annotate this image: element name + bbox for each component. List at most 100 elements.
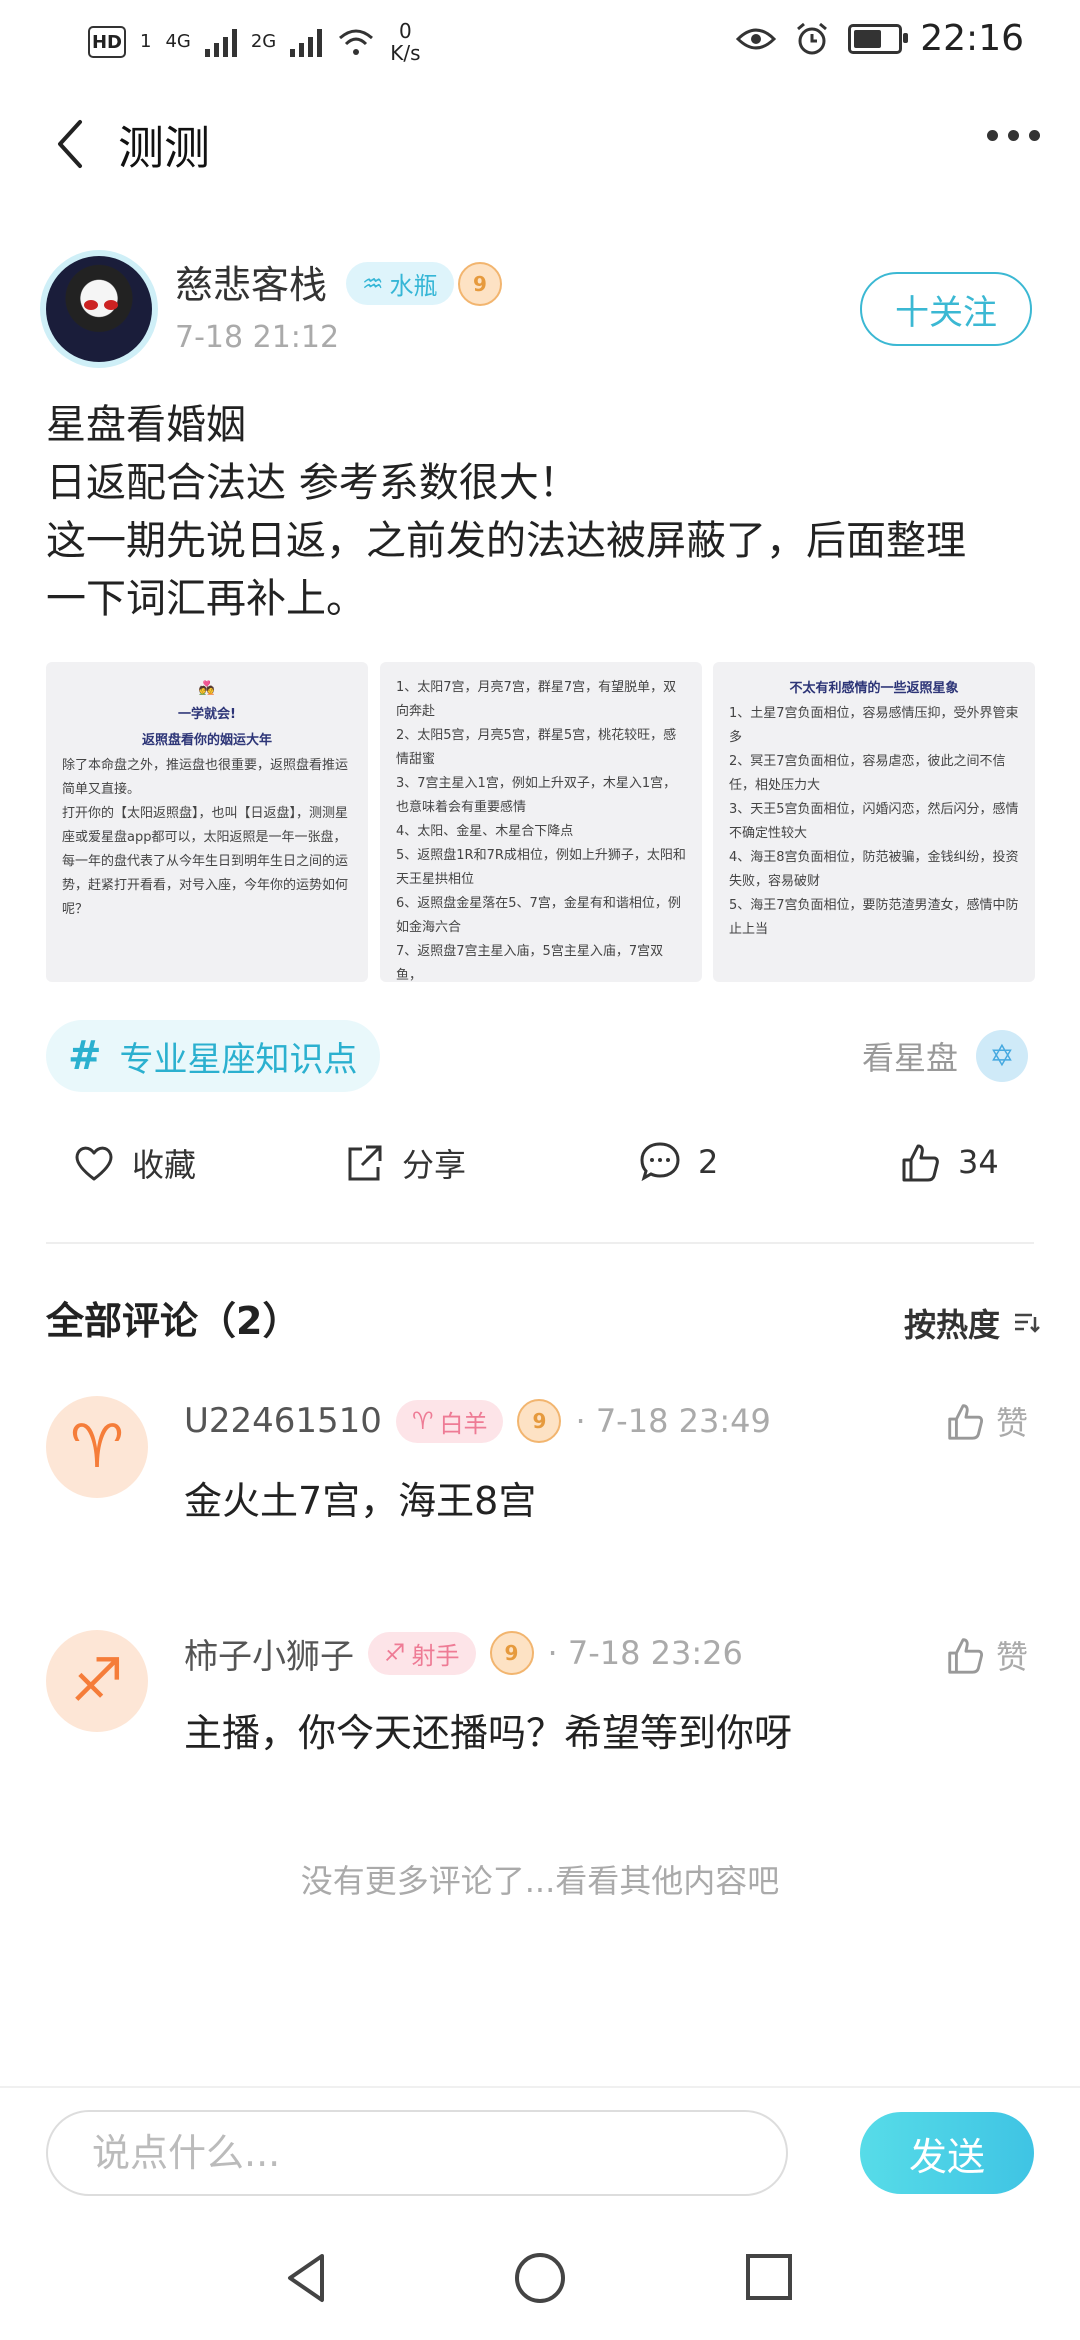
comment-button[interactable]: 2	[638, 1140, 718, 1184]
comment-count: 2	[698, 1143, 719, 1181]
network-speed: 0 K/s	[390, 19, 421, 65]
aries-icon: ♈	[411, 1407, 434, 1435]
topic-label: 专业星座知识点	[119, 1039, 358, 1080]
image-item: 4、海王8宫负面相位，防范被骗，金钱纠纷，投资失败，容易破财	[729, 850, 1019, 889]
commenter-name[interactable]: U22461510	[184, 1401, 382, 1441]
image-item: 5、返照盘1R和7R成相位，例如上升狮子，太阳和天王星拱相位	[396, 848, 686, 887]
collect-label: 收藏	[132, 1146, 197, 1184]
image-item: 3、天王5宫负面相位，闪婚闪恋，然后闪分，感情不确定性较大	[729, 802, 1019, 841]
sagittarius-icon: ♐	[384, 1639, 406, 1667]
divider	[46, 1242, 1034, 1244]
level-badge: 9	[458, 262, 502, 306]
no-more-comments: 没有更多评论了...看看其他内容吧	[300, 1862, 780, 1900]
follow-button[interactable]: 十关注	[860, 272, 1032, 346]
comment-like-button[interactable]: 赞	[944, 1398, 1028, 1444]
status-right: 22:16	[736, 18, 1024, 59]
action-bar: 收藏 分享 2 34	[0, 1140, 1080, 1210]
post-image-3[interactable]: 不太有利感情的一些返照星象 1、土星7宫负面相位，容易感情压抑，受外界管束多 2…	[713, 662, 1035, 982]
signal-icon	[204, 27, 237, 57]
net1-label: 4G	[165, 31, 191, 52]
share-label: 分享	[402, 1146, 467, 1184]
comment-time: · 7-18 23:26	[547, 1634, 743, 1672]
status-bar: HD 1 4G 2G 0 K/s 22:16	[0, 0, 1080, 84]
level-badge: 9	[489, 1631, 534, 1675]
eye-icon	[736, 28, 777, 49]
zodiac-tag-aries: ♈ 白羊	[395, 1399, 504, 1443]
nav-home-icon[interactable]	[512, 2250, 568, 2306]
comment-input[interactable]	[46, 2110, 788, 2196]
sim-label: 1	[140, 31, 152, 52]
comment-like-button[interactable]: 赞	[944, 1632, 1028, 1678]
comments-title: 全部评论（2）	[46, 1299, 301, 1343]
image-title: 不太有利感情的一些返照星象	[789, 681, 959, 696]
aquarius-icon: ♒	[362, 269, 384, 298]
comment-text: 主播，你今天还播吗？希望等到你呀	[184, 1711, 793, 1755]
post-line: 日返配合法达 参考系数很大！	[46, 460, 579, 506]
post-time: 7-18 21:12	[175, 320, 340, 355]
back-arrow-icon[interactable]	[46, 116, 102, 172]
comment-meta: U22461510 ♈ 白羊 9 · 7-18 23:49	[184, 1396, 771, 1446]
like-label: 赞	[996, 1404, 1029, 1442]
alarm-icon	[797, 22, 828, 54]
zodiac-tag-sagittarius: ♐ 射手	[368, 1631, 476, 1675]
battery-icon	[848, 23, 909, 54]
more-options-icon[interactable]	[987, 130, 1040, 141]
author-avatar[interactable]	[40, 250, 158, 368]
post-image-2[interactable]: 1、太阳7宫，月亮7宫，群星7宫，有望脱单，双向奔赴 2、太阳5宫，月亮5宫，群…	[380, 662, 702, 982]
collect-button[interactable]: 收藏	[72, 1140, 196, 1186]
image-item: 3、7宫主星入1宫，例如上升双子，木星入1宫，也意味着会有重要感情	[396, 776, 677, 815]
comment-meta: 柿子小狮子 ♐ 射手 9 · 7-18 23:26	[184, 1628, 743, 1678]
image-paragraph: 打开你的【太阳返照盘】，也叫【日返盘】，测测星座或爱星盘app都可以，太阳返照是…	[62, 806, 349, 917]
wifi-icon	[339, 29, 374, 55]
image-item: 2、冥王7宫负面相位，容易虐恋，彼此之间不信任，相处压力大	[729, 754, 1006, 793]
sort-icon	[1015, 1313, 1040, 1333]
image-paragraph: 除了本命盘之外，推运盘也很重要，返照盘看推运简单又直接。	[62, 758, 349, 797]
clock: 22:16	[920, 18, 1024, 59]
status-left: HD 1 4G 2G 0 K/s	[88, 20, 421, 64]
comment-bubble-icon	[640, 1142, 680, 1182]
zodiac-tag-aquarius: ♒ 水瓶	[346, 262, 454, 305]
topic-tag[interactable]: # 专业星座知识点	[46, 1020, 380, 1092]
divider	[0, 2086, 1080, 2088]
nav-recents-icon[interactable]	[744, 2250, 794, 2306]
hd-icon: HD	[88, 26, 126, 58]
like-count: 34	[958, 1143, 999, 1181]
nav-back-icon[interactable]	[282, 2250, 332, 2306]
sort-label: 按热度	[903, 1306, 1000, 1344]
post-line: 一下词汇再补上。	[46, 576, 366, 622]
send-button[interactable]: 发送	[860, 2112, 1034, 2194]
signal-2-icon	[290, 27, 323, 57]
comment-time: · 7-18 23:49	[575, 1402, 771, 1440]
commenter-avatar[interactable]: ♐	[46, 1630, 148, 1732]
share-icon	[348, 1145, 382, 1181]
image-item: 4、太阳、金星、木星合下降点	[396, 824, 574, 839]
image-item: 5、海王7宫负面相位，要防范渣男渣女，感情中防止上当	[729, 898, 1019, 937]
post-image-1[interactable]: 💑 一学就会! 返照盘看你的姻运大年 除了本命盘之外，推运盘也很重要，返照盘看推…	[46, 662, 368, 982]
page-title: 测测	[118, 121, 210, 175]
like-label: 赞	[996, 1638, 1029, 1676]
star-chart-icon: ✡	[976, 1030, 1028, 1082]
post-line: 星盘看婚姻	[46, 402, 246, 448]
thumbs-up-icon	[948, 1404, 984, 1440]
image-item: 2、太阳5宫，月亮5宫，群星5宫，桃花较旺，感情甜蜜	[396, 728, 677, 767]
commenter-avatar[interactable]: ♈	[46, 1396, 148, 1498]
image-item: 1、太阳7宫，月亮7宫，群星7宫，有望脱单，双向奔赴	[396, 680, 677, 719]
image-subtitle: 返照盘看你的姻运大年	[141, 733, 272, 748]
post-body: 星盘看婚姻 日返配合法达 参考系数很大！ 这一期先说日返，之前发的法达被屏蔽了，…	[46, 396, 1036, 628]
view-chart-link[interactable]: 看星盘 ✡	[862, 1030, 1028, 1082]
net2-label: 2G	[250, 31, 277, 52]
heart-icon	[75, 1146, 113, 1181]
author-name[interactable]: 慈悲客栈	[175, 254, 327, 309]
image-emoji: 💑	[198, 681, 216, 696]
share-button[interactable]: 分享	[342, 1140, 466, 1186]
sort-by-hot-button[interactable]: 按热度	[904, 1300, 1040, 1346]
like-button[interactable]: 34	[898, 1140, 999, 1184]
image-item: 6、返照盘金星落在5、7宫，金星有和谐相位，例如金海六合	[396, 896, 681, 935]
level-badge: 9	[517, 1399, 562, 1443]
post-line: 这一期先说日返，之前发的法达被屏蔽了，后面整理	[46, 518, 966, 564]
thumbs-up-icon	[902, 1144, 939, 1182]
nav-header: 测测	[0, 96, 1080, 192]
image-item: 7、返照盘7宫主星入庙，5宫主星入庙，7宫双鱼，	[396, 944, 664, 982]
commenter-name[interactable]: 柿子小狮子	[184, 1629, 354, 1678]
thumbs-up-icon	[948, 1638, 984, 1674]
